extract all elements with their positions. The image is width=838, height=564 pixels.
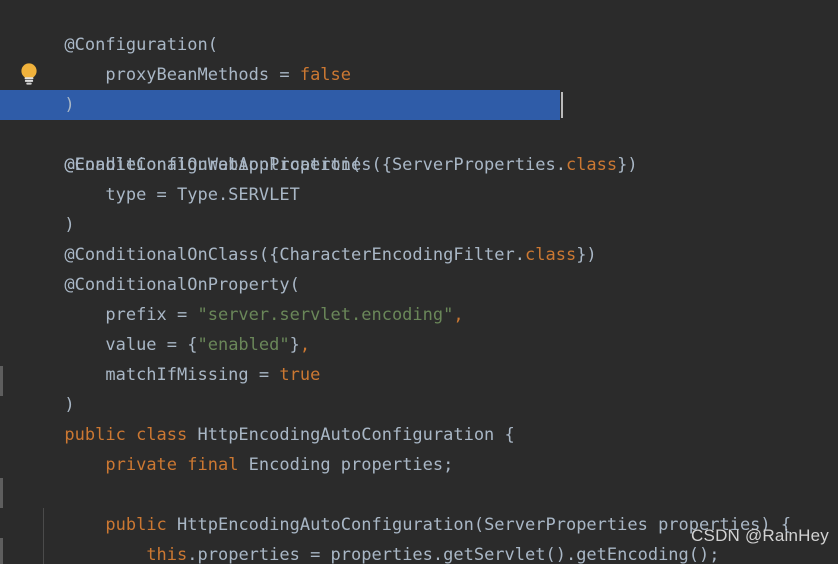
code-token: type = Type.SERVLET <box>64 185 300 205</box>
code-token-keyword: true <box>279 365 321 385</box>
code-token-keyword: class <box>525 245 577 265</box>
code-token-keyword: class <box>565 155 618 175</box>
code-token-punct: , <box>299 335 311 355</box>
code-line[interactable]: public HttpEncodingAutoConfiguration(Ser… <box>0 480 838 535</box>
code-token: proxyBeanMethods = <box>64 65 300 85</box>
selection-highlight <box>0 90 560 120</box>
code-token: @ConditionalOnWebApplication( <box>64 155 362 175</box>
changed-line-marker <box>0 538 3 564</box>
code-line[interactable]: @ConditionalOnWebApplication( <box>0 120 838 175</box>
code-line-selected[interactable]: @EnableConfigurationProperties({ServerPr… <box>0 90 838 175</box>
code-line[interactable]: public class HttpEncodingAutoConfigurati… <box>0 390 838 445</box>
code-line[interactable]: @Configuration( <box>0 0 838 55</box>
code-token: ) <box>64 395 75 415</box>
indent-guide <box>43 508 44 564</box>
watermark-text: CSDN @RainHey <box>691 526 829 545</box>
code-token-keyword: public <box>105 515 178 535</box>
code-lines-container[interactable]: @Configuration( proxyBeanMethods = false… <box>0 0 838 564</box>
code-token: HttpEncodingAutoConfiguration { <box>197 425 515 445</box>
code-token: ) <box>64 215 75 235</box>
code-token: value = { <box>64 335 198 355</box>
text-caret <box>561 92 563 118</box>
code-token: }) <box>576 245 597 265</box>
code-token: }) <box>617 155 638 175</box>
code-token: @ConditionalOnProperty( <box>64 275 300 295</box>
code-token-string: "enabled" <box>197 335 290 355</box>
code-token-keyword: public class <box>64 425 198 445</box>
changed-line-marker <box>0 478 3 508</box>
code-token-keyword: this <box>146 545 188 564</box>
code-token: .properties = properties.getServlet().ge… <box>187 545 720 564</box>
code-line[interactable]: @ConditionalOnClass({CharacterEncodingFi… <box>0 210 838 265</box>
code-token-keyword: private final <box>105 455 249 475</box>
code-token: matchIfMissing = <box>64 365 280 385</box>
code-token: } <box>289 335 300 355</box>
code-token: prefix = <box>64 305 198 325</box>
code-token-string: "server.servlet.encoding" <box>197 305 454 325</box>
code-token-punct: , <box>453 305 464 325</box>
code-token: ) <box>64 95 75 115</box>
code-token-keyword: false <box>299 65 352 85</box>
code-token: @ConditionalOnClass({CharacterEncodingFi… <box>64 245 525 265</box>
code-token: @Configuration( <box>64 35 218 55</box>
lightbulb-icon[interactable] <box>18 62 40 86</box>
code-token: Encoding properties; <box>248 455 454 475</box>
code-editor[interactable]: @Configuration( proxyBeanMethods = false… <box>0 0 838 564</box>
changed-line-marker <box>0 366 3 396</box>
